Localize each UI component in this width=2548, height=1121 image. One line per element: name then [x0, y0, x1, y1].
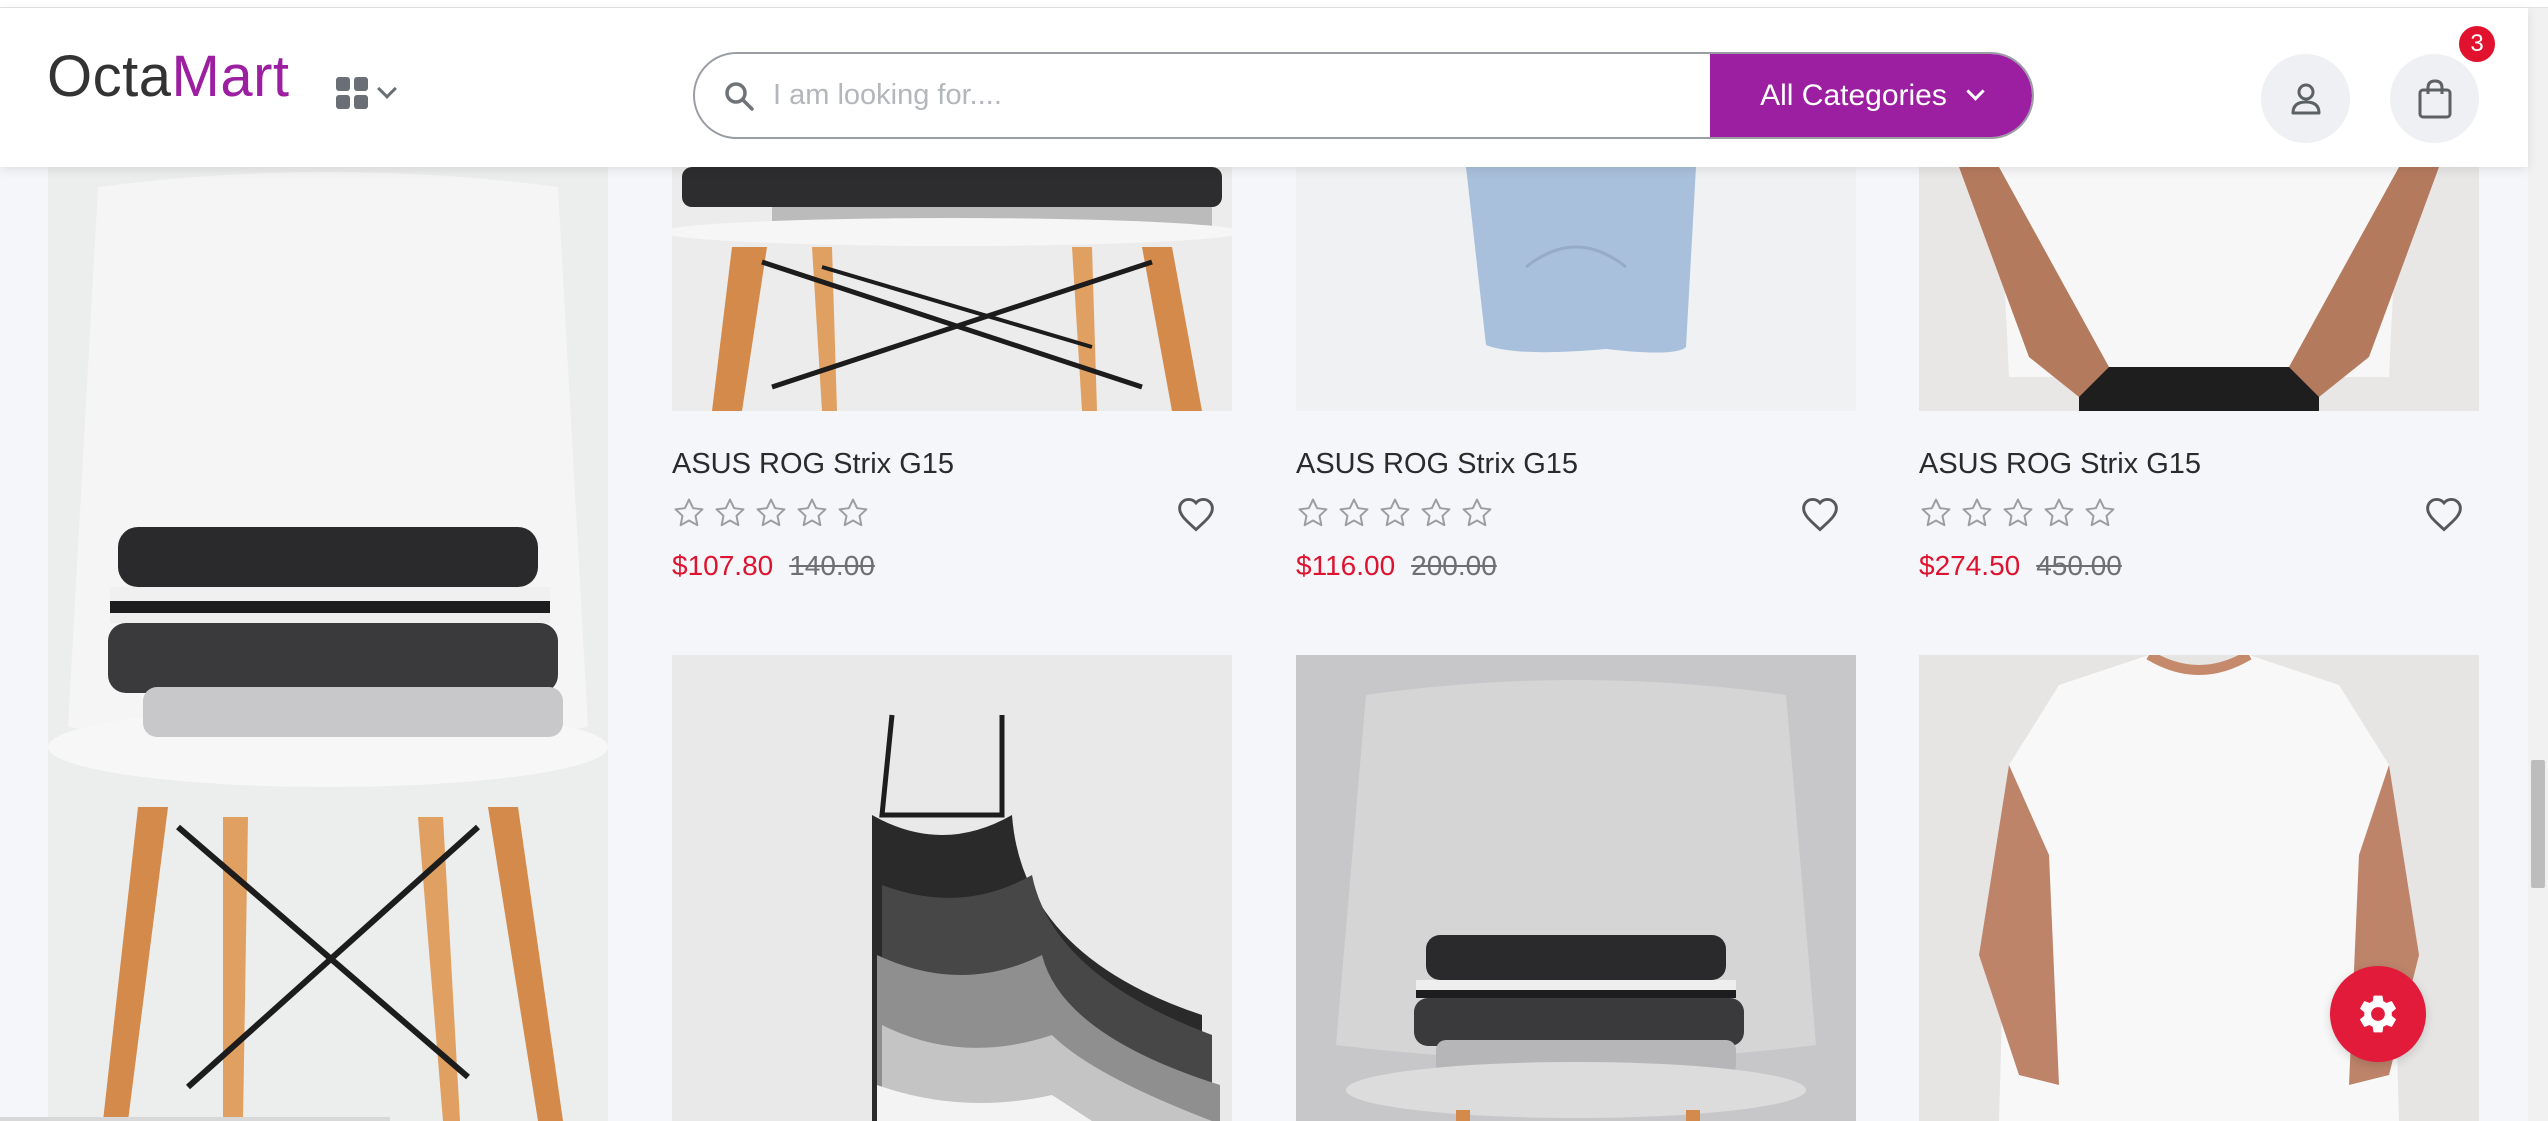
product-title-3[interactable]: ASUS ROG Strix G15: [1919, 448, 2201, 481]
star-icon: [1378, 496, 1412, 535]
price-row-1: $107.80 140.00: [672, 550, 875, 582]
search-icon: [725, 82, 754, 111]
product-image-1[interactable]: [672, 167, 1232, 411]
sale-price-1: $107.80: [672, 550, 774, 581]
window-top-border: [0, 0, 2548, 8]
star-icon: [713, 496, 747, 535]
wishlist-heart-icon-2[interactable]: [1800, 496, 1840, 532]
shopping-bag-icon: [2418, 78, 2451, 118]
chevron-down-icon: [1966, 82, 1985, 101]
search-input[interactable]: [773, 54, 1693, 137]
grid-icon: [336, 77, 368, 109]
original-price-1: 140.00: [789, 550, 875, 581]
star-icon: [672, 496, 706, 535]
page-scrollbar[interactable]: [2528, 8, 2548, 1121]
all-categories-label: All Categories: [1760, 78, 1947, 112]
product-image-3[interactable]: [1919, 167, 2479, 411]
star-icon: [1919, 496, 1953, 535]
scrollbar-thumb[interactable]: [2531, 760, 2545, 888]
star-icon: [754, 496, 788, 535]
original-price-3: 450.00: [2036, 550, 2122, 581]
category-menu-button[interactable]: [336, 68, 416, 118]
search-bar: All Categories: [693, 52, 2034, 139]
account-button[interactable]: [2261, 54, 2350, 143]
product-image-5[interactable]: [1296, 655, 1856, 1121]
site-logo[interactable]: OctaMart: [47, 48, 290, 106]
star-icon: [1460, 496, 1494, 535]
rating-stars-1: [672, 496, 870, 535]
wishlist-heart-icon-3[interactable]: [2424, 496, 2464, 532]
logo-text-octa: Octa: [47, 44, 172, 109]
original-price-2: 200.00: [1411, 550, 1497, 581]
window-bottom-edge: [0, 1117, 390, 1121]
product-image-2[interactable]: [1296, 167, 1856, 411]
price-row-2: $116.00 200.00: [1296, 550, 1497, 582]
product-image-4[interactable]: [672, 655, 1232, 1121]
star-icon: [1419, 496, 1453, 535]
product-title-1[interactable]: ASUS ROG Strix G15: [672, 448, 954, 481]
sale-price-2: $116.00: [1296, 550, 1396, 581]
price-row-3: $274.50 450.00: [1919, 550, 2122, 582]
cart-count-badge: 3: [2457, 24, 2497, 64]
gear-icon: [2360, 995, 2396, 1033]
star-icon: [795, 496, 829, 535]
star-icon: [2083, 496, 2117, 535]
chair-clothes-image: [48, 167, 608, 1121]
star-icon: [1960, 496, 1994, 535]
wishlist-heart-icon-1[interactable]: [1176, 496, 1216, 532]
logo-text-mart: Mart: [171, 44, 290, 109]
all-categories-dropdown[interactable]: All Categories: [1710, 54, 2032, 137]
user-icon: [2291, 83, 2320, 114]
cart-button[interactable]: [2390, 54, 2479, 143]
sale-price-3: $274.50: [1919, 550, 2021, 581]
product-title-2[interactable]: ASUS ROG Strix G15: [1296, 448, 1578, 481]
settings-button[interactable]: [2330, 966, 2426, 1062]
rating-stars-2: [1296, 496, 1494, 535]
product-image-featured[interactable]: [48, 167, 608, 1121]
star-icon: [836, 496, 870, 535]
chevron-down-icon: [377, 79, 397, 99]
rating-stars-3: [1919, 496, 2117, 535]
star-icon: [1296, 496, 1330, 535]
site-header: OctaMart All Categories 3: [0, 8, 2528, 167]
star-icon: [2042, 496, 2076, 535]
star-icon: [2001, 496, 2035, 535]
star-icon: [1337, 496, 1371, 535]
